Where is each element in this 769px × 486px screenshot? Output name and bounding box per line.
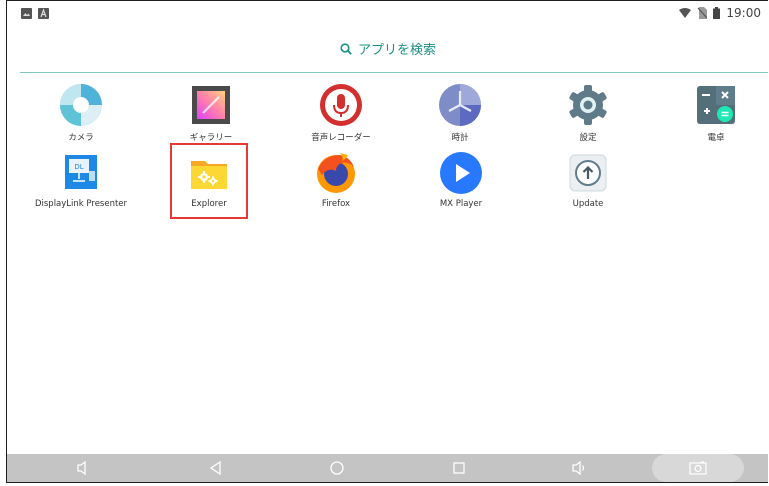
image-notification-icon	[21, 7, 32, 19]
app-label: DisplayLink Presenter	[34, 199, 128, 209]
app-label: Update	[572, 199, 604, 209]
app-mx-player[interactable]: MX Player	[401, 151, 521, 209]
app-label: ギャラリー	[189, 133, 233, 143]
clock-time: 19:00	[726, 6, 761, 20]
settings-icon	[569, 85, 607, 125]
navigation-bar	[7, 454, 768, 482]
screenshot-button[interactable]	[652, 454, 744, 482]
app-calculator[interactable]: 電卓	[656, 83, 768, 143]
search-icon	[340, 42, 352, 55]
system-icons: 19:00	[679, 6, 761, 20]
mx-player-icon	[440, 152, 482, 194]
app-gallery[interactable]: ギャラリー	[151, 83, 271, 143]
recents-button[interactable]	[439, 454, 479, 482]
update-icon	[569, 154, 607, 192]
screenshot-icon	[689, 461, 707, 475]
app-label: 時計	[451, 133, 469, 143]
explorer-highlight-box	[170, 143, 248, 219]
app-clock[interactable]: 時計	[400, 83, 520, 143]
app-update[interactable]: Update	[528, 151, 648, 209]
app-settings[interactable]: 設定	[528, 83, 648, 143]
app-label: 設定	[579, 133, 597, 143]
search-label: アプリを検索	[357, 43, 436, 58]
displaylink-icon: DL	[65, 155, 97, 189]
volume-down-icon	[77, 460, 86, 476]
volume-up-button[interactable]	[560, 454, 600, 482]
app-displaylink-presenter[interactable]: DL DisplayLink Presenter	[21, 151, 141, 209]
clock-icon	[439, 84, 481, 126]
back-icon	[209, 460, 221, 476]
notification-icons	[21, 7, 49, 19]
calculator-icon	[697, 86, 735, 124]
app-voice-recorder[interactable]: 音声レコーダー	[281, 83, 401, 143]
camera-icon	[60, 84, 102, 126]
volume-up-icon	[572, 460, 585, 476]
app-label: MX Player	[439, 199, 483, 209]
app-label: カメラ	[68, 133, 94, 143]
no-sim-icon	[697, 7, 708, 19]
svg-text:DL: DL	[74, 163, 83, 171]
launcher-screen: 19:00 アプリを検索 カメラ ギャラリー 音声レコーダー 時計 設定 電卓 …	[6, 0, 768, 483]
app-label: 電卓	[707, 133, 725, 143]
app-firefox[interactable]: Firefox	[276, 151, 396, 209]
wifi-icon	[679, 8, 692, 18]
app-camera[interactable]: カメラ	[21, 83, 141, 143]
voice-recorder-icon	[320, 84, 362, 126]
back-button[interactable]	[196, 454, 236, 482]
battery-icon	[713, 7, 721, 19]
firefox-icon	[317, 153, 355, 193]
app-label: Firefox	[321, 199, 351, 209]
home-icon	[330, 461, 344, 475]
home-button[interactable]	[317, 454, 357, 482]
volume-down-button[interactable]	[63, 454, 103, 482]
app-label: 音声レコーダー	[311, 133, 371, 143]
gallery-icon	[192, 86, 230, 124]
recents-icon	[453, 462, 465, 474]
status-bar: 19:00	[7, 1, 768, 25]
app-search-bar[interactable]: アプリを検索	[7, 39, 768, 58]
search-divider	[20, 72, 768, 73]
a-notification-icon	[38, 7, 49, 19]
